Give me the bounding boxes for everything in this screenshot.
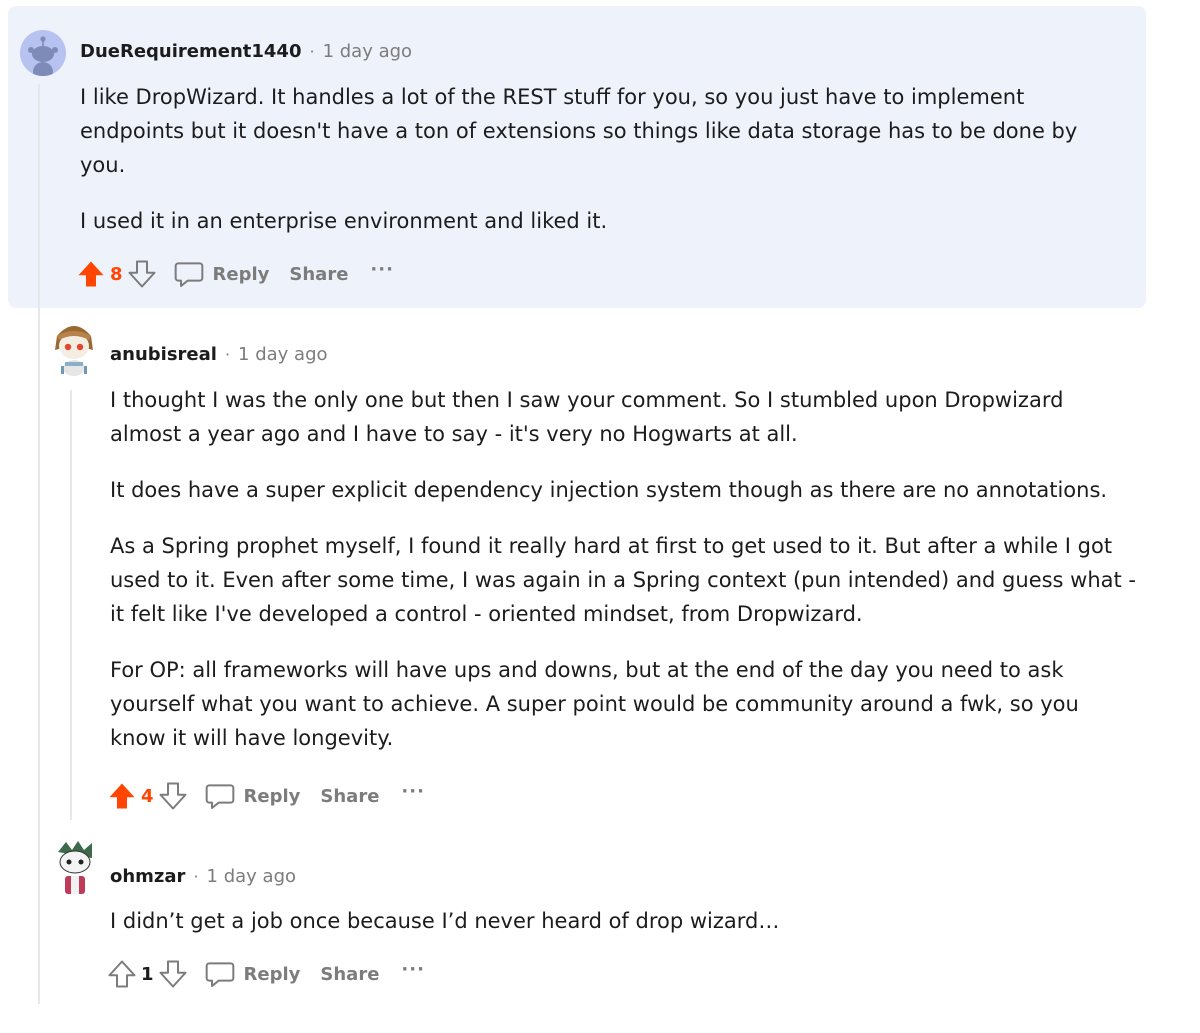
comment-actions: 4 Reply Share ··· — [105, 776, 425, 816]
more-options-button[interactable]: ··· — [401, 959, 425, 980]
share-label: Share — [320, 785, 380, 807]
upvote-arrow-icon — [78, 261, 104, 287]
comment-bubble-icon — [174, 262, 203, 287]
reply-button[interactable]: Reply — [204, 958, 301, 990]
avatar[interactable] — [52, 838, 98, 898]
downvote-button[interactable] — [156, 957, 190, 991]
comment-actions: 1 Reply Share ··· — [105, 954, 425, 994]
author-name[interactable]: anubisreal — [110, 344, 217, 365]
reply-label: Reply — [212, 263, 270, 285]
thread-line[interactable] — [38, 84, 40, 1004]
avatar[interactable] — [20, 30, 66, 76]
downvote-button[interactable] — [156, 779, 190, 813]
share-label: Share — [289, 263, 349, 285]
author-name[interactable]: DueRequirement1440 — [80, 41, 301, 62]
comment-paragraph: I like DropWizard. It handles a lot of t… — [80, 85, 1078, 177]
downvote-arrow-icon — [159, 782, 187, 810]
comment-bubble-icon — [205, 784, 234, 809]
timestamp[interactable]: 1 day ago — [238, 344, 327, 365]
separator-dot: · — [193, 867, 199, 886]
score: 4 — [141, 785, 154, 807]
comment-meta: DueRequirement1440 · 1 day ago — [80, 41, 412, 62]
reply-button[interactable]: Reply — [204, 780, 301, 812]
comment-paragraph: I thought I was the only one but then I … — [110, 388, 1064, 446]
upvote-button[interactable] — [105, 957, 139, 991]
separator-dot: · — [224, 345, 231, 364]
comment-paragraph: As a Spring prophet myself, I found it r… — [110, 534, 1137, 626]
comment-body: I didn’t get a job once because I’d neve… — [110, 904, 1140, 938]
downvote-arrow-icon — [128, 260, 156, 288]
comment-paragraph: I used it in an enterprise environment a… — [80, 209, 608, 233]
share-button[interactable]: Share — [289, 264, 348, 285]
reply-label: Reply — [243, 963, 301, 985]
anubis-avatar-icon — [55, 326, 93, 376]
score: 1 — [141, 963, 154, 985]
comment-bubble-icon — [205, 962, 234, 987]
thread-line[interactable] — [70, 390, 72, 820]
comment-paragraph: I didn’t get a job once because I’d neve… — [110, 909, 780, 933]
downvote-button[interactable] — [125, 257, 159, 291]
more-options-button[interactable]: ··· — [401, 781, 425, 802]
timestamp[interactable]: 1 day ago — [323, 41, 412, 62]
avatar[interactable] — [49, 318, 99, 376]
ohmzar-avatar-icon — [58, 841, 92, 894]
author-name[interactable]: ohmzar — [110, 866, 185, 887]
share-button[interactable]: Share — [320, 964, 379, 985]
score: 8 — [110, 263, 123, 285]
share-button[interactable]: Share — [320, 786, 379, 807]
upvote-arrow-icon — [109, 783, 135, 809]
reply-label: Reply — [243, 785, 301, 807]
comment-meta: ohmzar · 1 day ago — [110, 866, 296, 887]
comment-actions: 8 Reply Share ··· — [74, 254, 394, 294]
reply-button[interactable]: Reply — [173, 258, 270, 290]
upvote-button[interactable] — [74, 257, 108, 291]
comment-paragraph: For OP: all frameworks will have ups and… — [110, 658, 1079, 750]
comment-body: I thought I was the only one but then I … — [110, 383, 1140, 755]
share-label: Share — [320, 963, 380, 985]
downvote-arrow-icon — [159, 960, 187, 988]
more-options-button[interactable]: ··· — [370, 259, 394, 280]
timestamp[interactable]: 1 day ago — [207, 866, 296, 887]
comment-meta: anubisreal · 1 day ago — [110, 344, 328, 365]
upvote-button[interactable] — [105, 779, 139, 813]
upvote-arrow-icon — [108, 960, 136, 988]
comment-paragraph: It does have a super explicit dependency… — [110, 478, 1108, 502]
snoo-avatar-icon — [20, 30, 66, 76]
comment-body: I like DropWizard. It handles a lot of t… — [80, 80, 1110, 238]
separator-dot: · — [309, 42, 315, 61]
